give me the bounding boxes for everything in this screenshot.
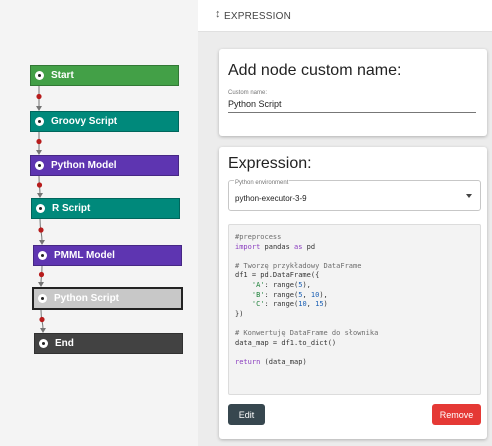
node-label: Groovy Script xyxy=(51,116,118,127)
panel-header: ↕ EXPRESSION xyxy=(198,0,492,32)
node-port-icon xyxy=(38,251,47,260)
node-groovy-script[interactable]: Groovy Script xyxy=(30,111,179,132)
edge-port-dot[interactable] xyxy=(38,227,44,233)
code-editor[interactable]: #preprocess import pandas as pd # Tworzę … xyxy=(228,224,481,395)
code-line: #preprocess xyxy=(235,233,282,241)
custom-name-input[interactable]: Python Script xyxy=(228,99,282,109)
node-label: End xyxy=(55,338,74,349)
code-line: data_map = df1.to_dict() xyxy=(235,338,337,347)
edge-port-dot[interactable] xyxy=(36,93,42,100)
code-line: df1 = pd.DataFrame({ xyxy=(235,271,320,280)
custom-name-title: Add node custom name: xyxy=(228,62,402,79)
node-label: R Script xyxy=(52,203,91,214)
code-line: 'C': range(10, 15) xyxy=(251,300,328,309)
python-environment-select[interactable]: Python environment python-executor-3-9 xyxy=(228,180,481,211)
sort-arrows-icon[interactable]: ↕ xyxy=(215,8,221,20)
node-python-model[interactable]: Python Model xyxy=(30,155,179,176)
custom-name-card: Add node custom name: Custom name: Pytho… xyxy=(219,49,487,136)
node-label: PMML Model xyxy=(54,250,115,261)
python-environment-label: Python environment xyxy=(234,180,290,186)
edge-port-dot[interactable] xyxy=(36,138,42,145)
edge-port-dot[interactable] xyxy=(36,182,43,188)
node-port-icon xyxy=(35,71,44,80)
code-line: import pandas as pd xyxy=(235,242,316,251)
node-pmml-model[interactable]: PMML Model xyxy=(33,245,182,266)
code-line: 'A': range(5), xyxy=(251,280,311,289)
node-port-icon xyxy=(35,161,44,170)
edit-button[interactable]: Edit xyxy=(228,404,265,425)
node-port-icon xyxy=(39,339,48,348)
node-r-script[interactable]: R Script xyxy=(31,198,180,219)
custom-name-underline xyxy=(228,112,476,113)
code-line: # Konwertuję DataFrame do słownika xyxy=(235,328,379,337)
node-label: Python Script xyxy=(54,293,120,304)
chevron-down-icon xyxy=(466,194,472,198)
code-line: # Tworzę przykładowy DataFrame xyxy=(235,261,362,270)
workflow-canvas[interactable]: Start Groovy Script Python Model R Scrip… xyxy=(0,0,198,446)
panel-title: EXPRESSION xyxy=(224,11,292,22)
node-label: Python Model xyxy=(51,160,117,171)
node-end[interactable]: End xyxy=(34,333,183,354)
expression-card: Expression: Python environment python-ex… xyxy=(219,147,487,439)
custom-name-label: Custom name: xyxy=(228,90,268,96)
node-port-icon xyxy=(36,204,45,213)
code-line: return (data_map) xyxy=(235,357,307,366)
edge-port-dot[interactable] xyxy=(38,271,45,278)
code-line: }) xyxy=(235,309,244,318)
python-environment-value: python-executor-3-9 xyxy=(235,194,307,203)
code-line: 'B': range(5, 10), xyxy=(251,290,328,299)
remove-button[interactable]: Remove xyxy=(432,404,481,425)
node-python-script[interactable]: Python Script xyxy=(32,287,183,310)
node-label: Start xyxy=(51,70,74,81)
node-start[interactable]: Start xyxy=(30,65,179,86)
expression-title: Expression: xyxy=(228,155,312,172)
properties-panel: ↕ EXPRESSION Add node custom name: Custo… xyxy=(198,0,492,446)
node-port-icon xyxy=(38,294,47,303)
node-port-icon xyxy=(35,117,44,126)
edge-port-dot[interactable] xyxy=(39,316,45,323)
